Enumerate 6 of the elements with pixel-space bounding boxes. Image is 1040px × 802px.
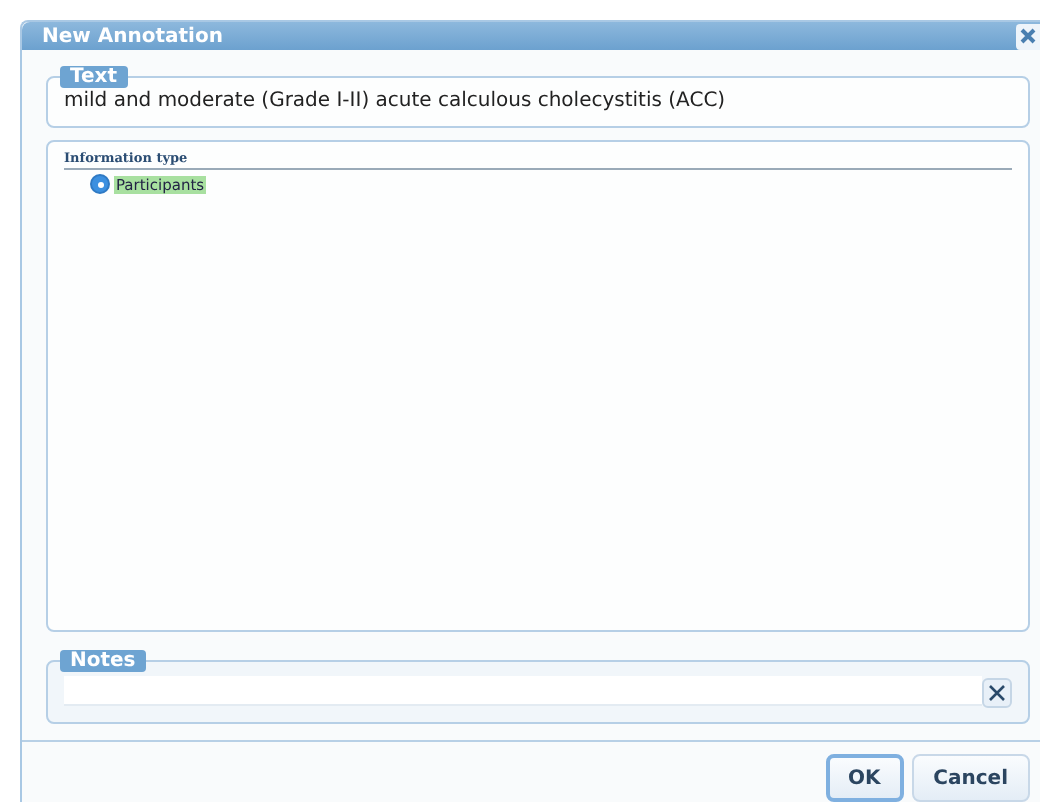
annotation-text: mild and moderate (Grade I-II) acute calculous cholecystitis (ACC) — [64, 88, 728, 116]
text-legend: Text — [60, 66, 128, 88]
notes-legend: Notes — [60, 650, 146, 672]
cancel-button[interactable]: Cancel — [911, 754, 1030, 802]
window-title: New Annotation — [42, 25, 223, 47]
ok-button[interactable]: OK — [825, 754, 904, 802]
